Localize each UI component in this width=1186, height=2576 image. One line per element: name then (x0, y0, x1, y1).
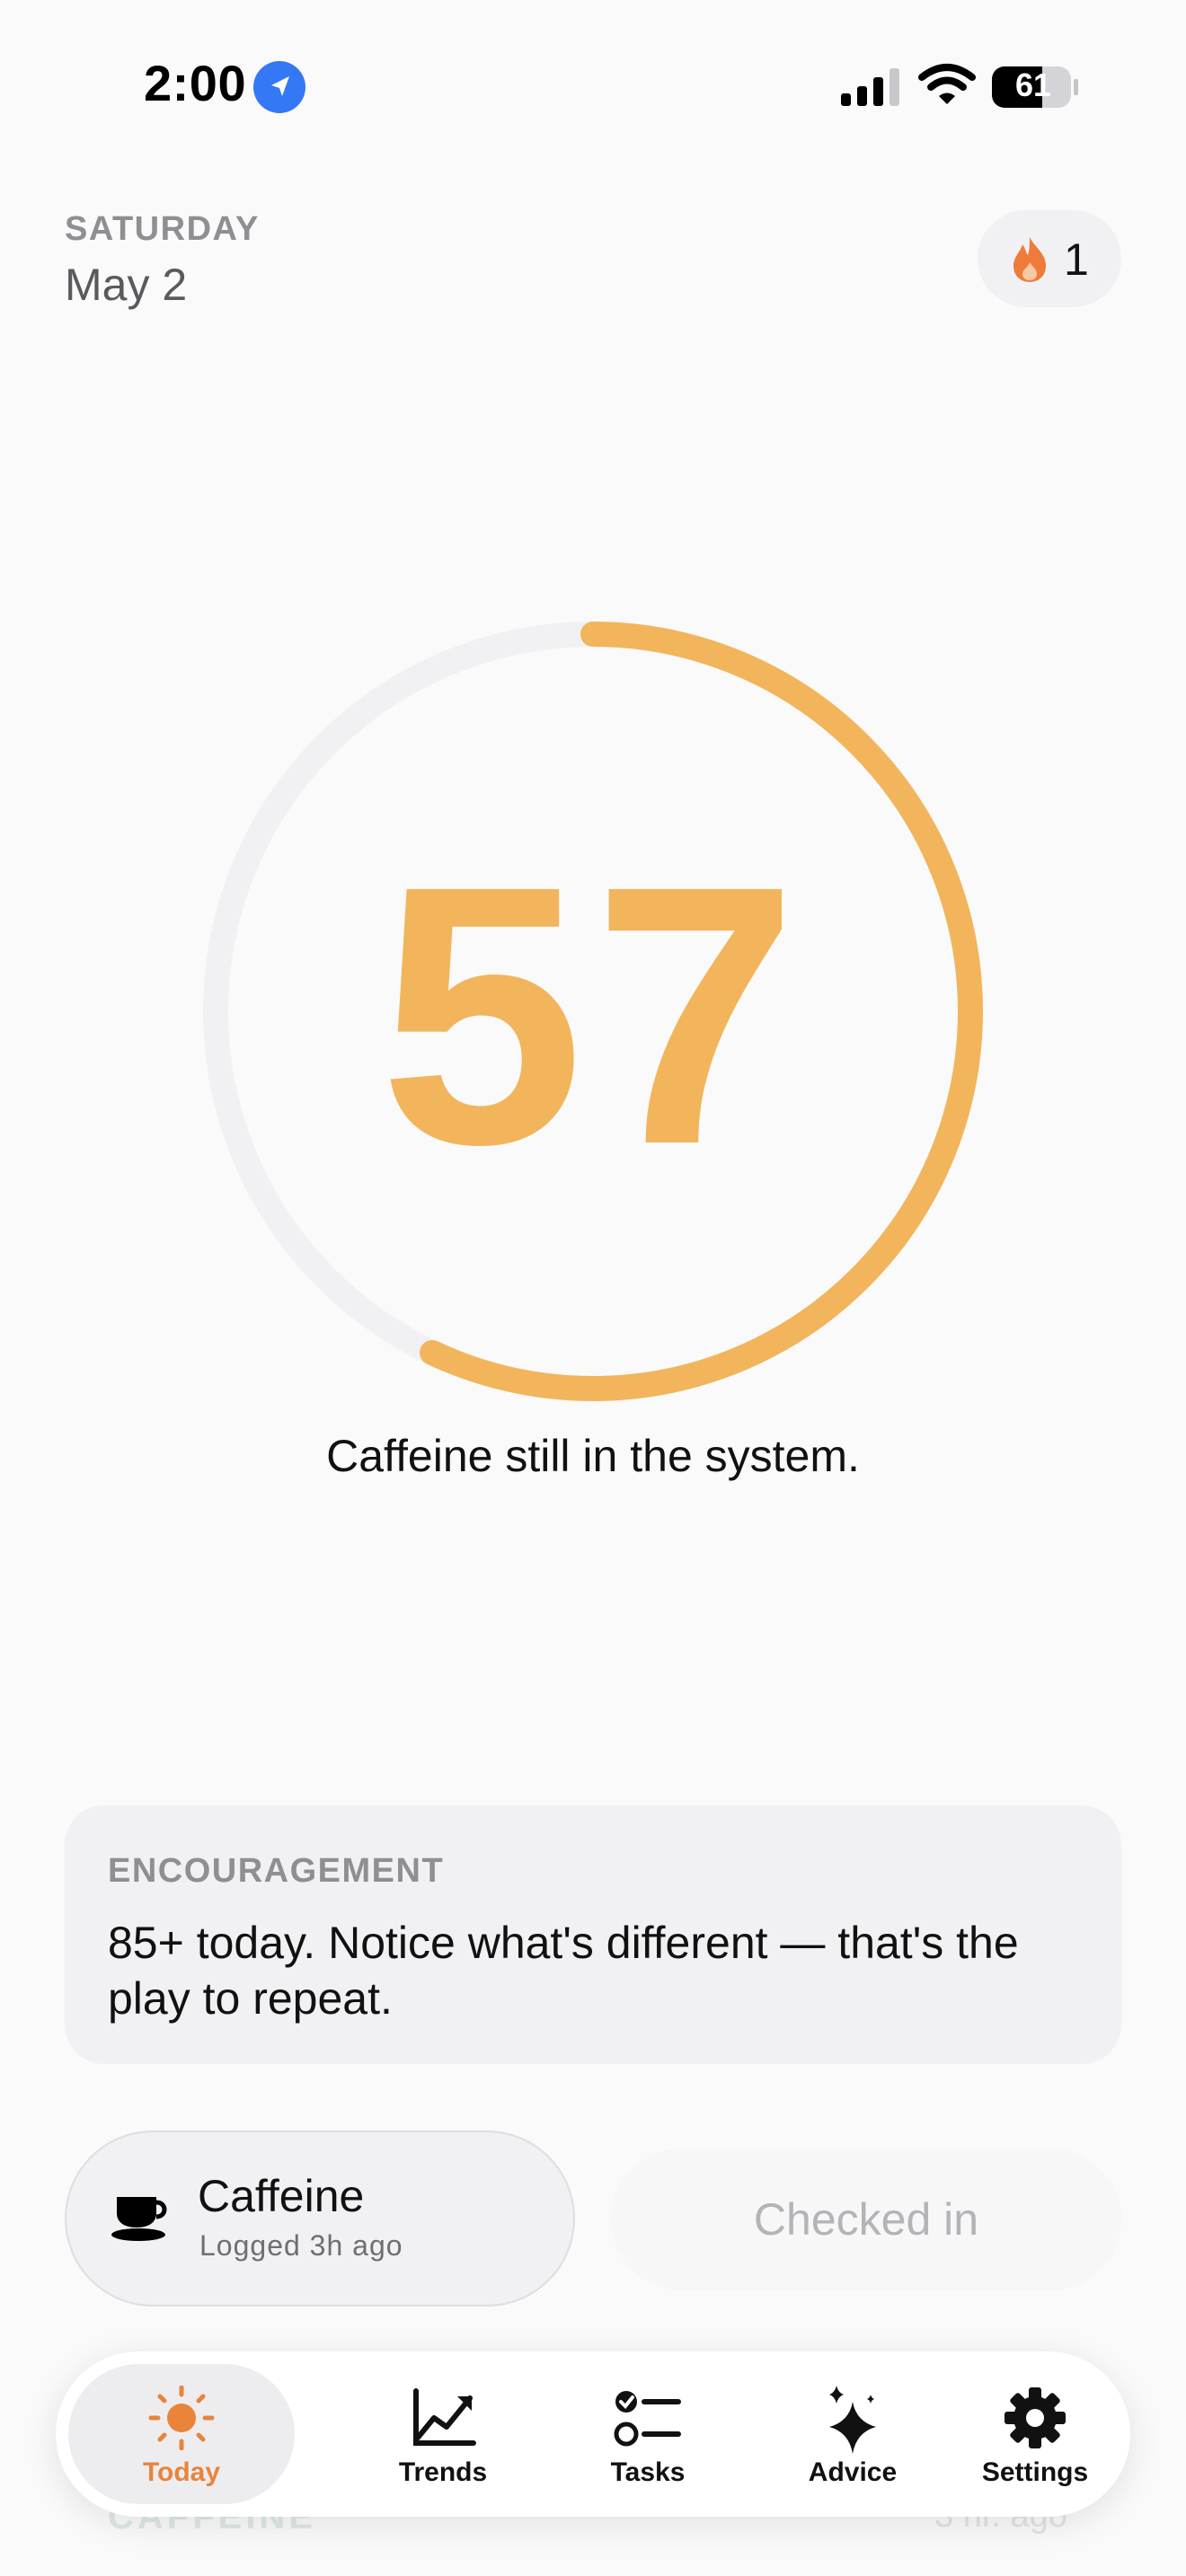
tab-advice-label: Advice (808, 2457, 898, 2487)
tab-trends[interactable]: Trends (340, 2364, 546, 2504)
location-arrow-icon (253, 61, 305, 113)
coffee-cup-icon (111, 2197, 167, 2241)
battery-level: 61 (1014, 66, 1052, 103)
encouragement-card: ENCOURAGEMENT 85+ today. Notice what's d… (65, 1805, 1121, 2064)
streak-count: 1 (1064, 234, 1089, 285)
tab-settings-label: Settings (981, 2457, 1089, 2487)
caffeine-log-button[interactable]: Caffeine Logged 3h ago (65, 2130, 575, 2307)
cellular-signal-icon (841, 68, 899, 106)
status-time: 2:00 (144, 55, 247, 111)
streak-badge[interactable]: 1 (978, 210, 1121, 307)
flame-icon (1013, 237, 1046, 282)
tab-advice[interactable]: Advice (749, 2364, 956, 2504)
checked-in-button[interactable]: Checked in (611, 2148, 1121, 2290)
checklist-icon (614, 2391, 681, 2447)
date-label: May 2 (65, 260, 188, 310)
score-value: 57 (378, 809, 808, 1221)
tab-today[interactable]: Today (68, 2364, 295, 2504)
checked-in-label: Checked in (753, 2194, 979, 2245)
tab-settings[interactable]: Settings (954, 2364, 1116, 2504)
tab-bar: Today Trends Tasks Advice Settings (56, 2351, 1130, 2517)
tab-tasks[interactable]: Tasks (544, 2364, 751, 2504)
encouragement-text: 85+ today. Notice what's different — tha… (108, 1918, 1019, 2024)
weekday-label: SATURDAY (65, 210, 260, 248)
encouragement-label: ENCOURAGEMENT (108, 1852, 445, 1890)
trend-chart-icon (413, 2388, 476, 2446)
caffeine-title: Caffeine (198, 2171, 365, 2221)
score-caption: Caffeine still in the system. (326, 1431, 860, 1481)
tab-today-label: Today (142, 2457, 221, 2487)
caffeine-subtitle: Logged 3h ago (199, 2229, 403, 2262)
sparkles-icon (829, 2386, 876, 2454)
tab-tasks-label: Tasks (610, 2457, 686, 2487)
wifi-icon (918, 64, 976, 104)
sun-icon (148, 2386, 215, 2450)
today-screen: 2:00 61 SATURDAY May 2 1 57 Caffeine sti… (0, 0, 1186, 2576)
tab-trends-label: Trends (398, 2457, 488, 2487)
gear-icon (1005, 2387, 1066, 2448)
